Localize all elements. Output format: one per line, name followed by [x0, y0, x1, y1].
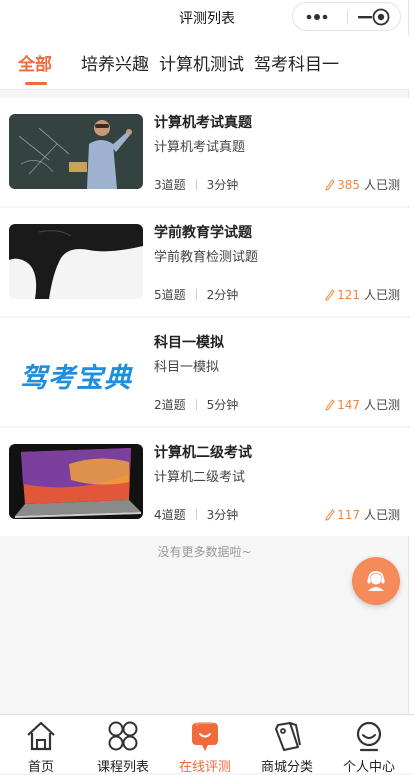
abstract-black-white-image [9, 224, 143, 299]
quiz-title: 计算机二级考试 [154, 445, 252, 461]
tested-number: 121 [337, 288, 360, 302]
tab-computer-test[interactable]: 计算机测试 [159, 50, 244, 75]
tab-interest[interactable]: 培养兴趣 [81, 50, 149, 75]
question-count: 3道题 [154, 178, 186, 192]
user-icon [356, 721, 382, 752]
active-tab-indicator [25, 82, 47, 85]
question-count: 4道题 [154, 508, 186, 522]
laptop-image [9, 444, 143, 519]
tested-number: 147 [337, 398, 360, 412]
customer-service-button[interactable] [352, 557, 400, 605]
tab-driving-subject-one[interactable]: 驾考科目一 [254, 50, 339, 75]
question-count: 5道题 [154, 288, 186, 302]
nav-personal-center[interactable]: 个人中心 [328, 715, 410, 775]
teacher-blackboard-image [9, 114, 143, 189]
tested-count: 147 人已测 [325, 396, 400, 413]
quiz-meta: 3道题 3分钟 [154, 176, 238, 193]
list-item[interactable]: 计算机考试真题 计算机考试真题 3道题 3分钟 385 人已测 [0, 98, 409, 206]
home-icon [27, 721, 55, 751]
tested-label: 人已测 [363, 178, 400, 192]
pencil-icon [325, 179, 335, 191]
mini-program-capsule [292, 2, 401, 31]
meta-divider [195, 509, 197, 520]
quiz-subtitle: 科目一模拟 [154, 360, 220, 375]
tested-number: 117 [337, 508, 360, 522]
nav-mall-category[interactable]: 商城分类 [246, 715, 328, 775]
nav-online-test[interactable]: 在线评测 [164, 715, 246, 775]
title-bar: 评测列表 [0, 0, 414, 36]
nav-label: 首页 [27, 760, 54, 775]
duration: 3分钟 [206, 178, 239, 192]
list-item[interactable]: 学前教育学试题 学前教育检测试题 5道题 2分钟 121 人已测 [0, 208, 409, 316]
quiz-meta: 5道题 2分钟 [154, 286, 238, 303]
duration: 3分钟 [206, 508, 239, 522]
pencil-icon [325, 399, 335, 411]
tag-icon [275, 722, 301, 751]
more-icon[interactable] [305, 10, 331, 24]
list-item[interactable]: 计算机二级考试 计算机二级考试 4道题 3分钟 117 人已测 [0, 428, 409, 536]
list-item[interactable]: 驾考宝典 科目一模拟 科目一模拟 2道题 5分钟 147 人已测 [0, 318, 409, 426]
duration: 5分钟 [206, 398, 239, 412]
nav-label: 在线评测 [178, 760, 231, 775]
nav-label: 个人中心 [342, 760, 395, 775]
quiz-subtitle: 计算机考试真题 [154, 140, 246, 155]
category-tabs: 全部 培养兴趣 计算机测试 驾考科目一 [0, 36, 409, 90]
meta-divider [195, 399, 197, 410]
quiz-title: 学前教育学试题 [154, 225, 252, 241]
tested-label: 人已测 [363, 508, 400, 522]
duration: 2分钟 [206, 288, 239, 302]
grid-icon [108, 721, 138, 751]
question-count: 2道题 [154, 398, 186, 412]
tested-number: 385 [337, 178, 360, 192]
tested-count: 385 人已测 [325, 176, 400, 193]
tested-count: 121 人已测 [325, 286, 400, 303]
tab-all[interactable]: 全部 [18, 50, 52, 75]
pencil-icon [325, 509, 335, 521]
meta-divider [195, 179, 197, 190]
quiz-subtitle: 学前教育检测试题 [154, 250, 259, 265]
quiz-subtitle: 计算机二级考试 [154, 470, 246, 485]
quiz-meta: 4道题 3分钟 [154, 506, 238, 523]
bottom-tab-bar: 首页 课程列表 在线评测 商城分类 个人中心 [0, 714, 414, 775]
tested-count: 117 人已测 [325, 506, 400, 523]
no-more-data-text: 没有更多数据啦~ [157, 545, 252, 559]
logo-text: 驾考宝典 [20, 363, 132, 394]
pencil-icon [325, 289, 335, 301]
jiakao-baodian-logo: 驾考宝典 [9, 334, 143, 409]
quiz-title: 计算机考试真题 [154, 115, 252, 131]
tested-label: 人已测 [363, 398, 400, 412]
nav-label: 商城分类 [260, 760, 313, 775]
quiz-meta: 2道题 5分钟 [154, 396, 238, 413]
capsule-divider [347, 10, 348, 25]
nav-course-list[interactable]: 课程列表 [82, 715, 164, 775]
quiz-title: 科目一模拟 [154, 335, 224, 351]
tested-label: 人已测 [363, 288, 400, 302]
headset-icon [367, 571, 385, 591]
close-target-icon[interactable] [372, 8, 390, 26]
nav-home[interactable]: 首页 [0, 715, 82, 775]
meta-divider [195, 289, 197, 300]
nav-label: 课程列表 [96, 760, 149, 775]
chat-bubble-icon [192, 722, 218, 751]
